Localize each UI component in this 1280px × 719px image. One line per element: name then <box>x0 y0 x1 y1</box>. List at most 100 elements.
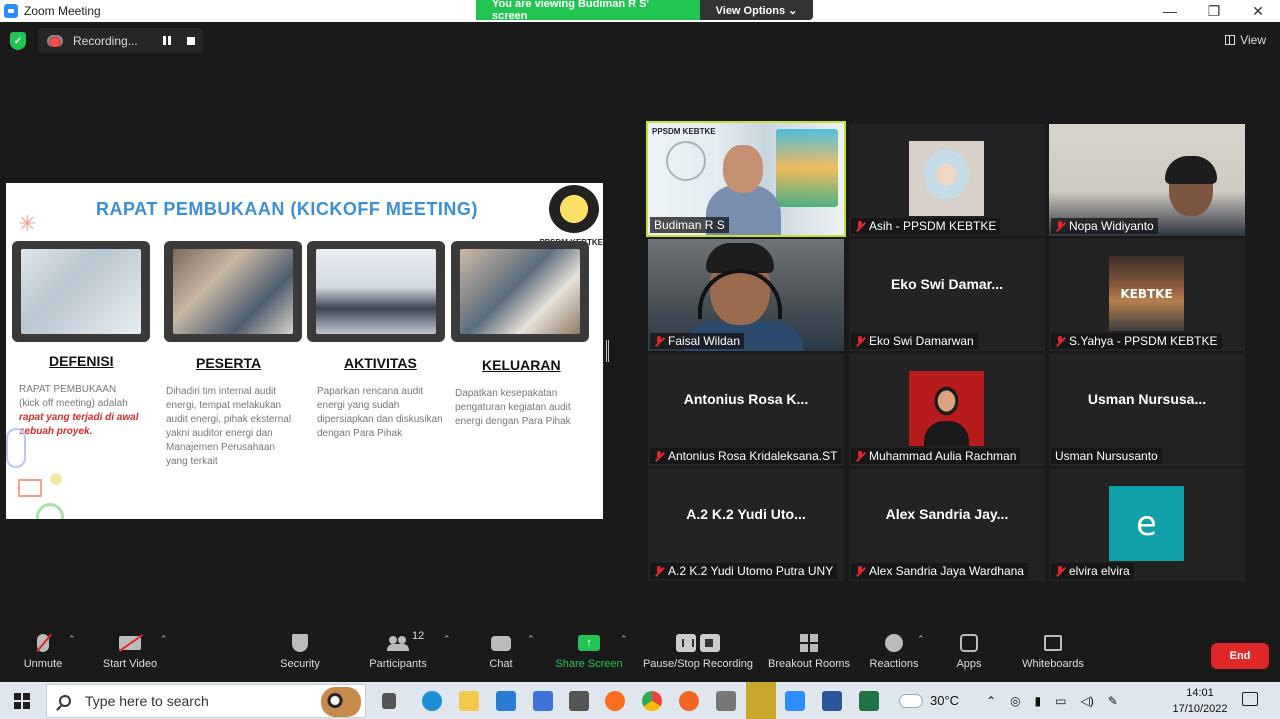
unmute-button[interactable]: Unmute <box>20 628 66 682</box>
reactions-chevron-icon[interactable]: ⌃ <box>917 634 925 645</box>
participant-tile[interactable]: Antonius Rosa K... Antonius Rosa Kridale… <box>648 354 844 466</box>
column-body: Dihadiri tim internal audit energi, temp… <box>166 386 292 467</box>
photo-card-aktivitas <box>307 241 445 342</box>
microsoft-store-icon[interactable] <box>533 691 553 711</box>
video-options-chevron-icon[interactable]: ⌃ <box>160 634 168 645</box>
network-icon[interactable]: ▭ <box>1055 694 1066 708</box>
zoom-taskbar-icon[interactable] <box>785 691 805 711</box>
participants-button[interactable]: 12 Participants <box>368 628 428 682</box>
notification-center-icon[interactable] <box>1242 692 1258 706</box>
pause-recording-icon[interactable] <box>163 36 171 45</box>
participant-tile[interactable]: Alex Sandria Jay... Alex Sandria Jaya Wa… <box>849 469 1045 581</box>
view-options-button[interactable]: View Options ⌄ <box>700 0 813 20</box>
meeting-photo <box>173 249 293 334</box>
system-tray: ⌃ ◎ ▮ ▭ ◁) ✎ <box>986 682 1118 719</box>
audio-options-chevron-icon[interactable]: ⌃ <box>68 634 76 645</box>
participant-tile[interactable]: A.2 K.2 Yudi Uto... A.2 K.2 Yudi Utomo P… <box>648 469 844 581</box>
photo-card-definisi <box>12 241 150 342</box>
participant-name: elvira elvira <box>1069 564 1130 578</box>
edge-browser-icon[interactable] <box>422 691 442 711</box>
pause-stop-recording-button[interactable]: Pause/Stop Recording <box>642 628 754 682</box>
app-icon[interactable] <box>569 691 589 711</box>
whiteboard-icon <box>1044 635 1062 651</box>
chrome-icon[interactable] <box>642 691 662 711</box>
decorative-flower <box>6 428 26 468</box>
excel-icon[interactable] <box>859 691 879 711</box>
taskbar-clock[interactable]: 14:01 17/10/2022 <box>1168 685 1232 717</box>
participant-tile[interactable]: Muhammad Aulia Rachman <box>849 354 1045 466</box>
cloud-icon <box>900 694 922 707</box>
share-options-chevron-icon[interactable]: ⌃ <box>620 634 628 645</box>
end-meeting-button[interactable]: End <box>1211 643 1269 669</box>
participant-display-name: Usman Nursusa... <box>1087 391 1207 407</box>
reactions-button[interactable]: Reactions <box>869 628 919 682</box>
tray-chevron-icon[interactable]: ⌃ <box>986 694 996 708</box>
column-body: RAPAT PEMBUKAAN (kick off meeting) adala… <box>19 383 139 439</box>
breakout-rooms-button[interactable]: Breakout Rooms <box>768 628 850 682</box>
meet-now-icon[interactable]: ◎ <box>1010 694 1020 708</box>
participant-display-name: Antonius Rosa K... <box>683 391 809 407</box>
participant-name-tag: Alex Sandria Jaya Wardhana <box>851 563 1028 579</box>
task-view-icon[interactable] <box>382 693 396 709</box>
firefox-icon[interactable] <box>605 691 625 711</box>
recording-label: Recording... <box>73 33 138 48</box>
view-label: View <box>1240 33 1266 47</box>
breakout-rooms-icon <box>800 634 818 652</box>
whiteboards-label: Whiteboards <box>1022 658 1084 670</box>
stop-recording-icon[interactable] <box>187 36 195 45</box>
participant-tile[interactable]: e elvira elvira <box>1049 469 1245 581</box>
chat-chevron-icon[interactable]: ⌃ <box>527 634 535 645</box>
restore-button[interactable]: ❐ <box>1192 0 1236 22</box>
photo-card-peserta <box>164 241 302 342</box>
video-brand-text: PPSDM KEBTKE <box>652 127 716 136</box>
split-view-drag-handle[interactable] <box>606 340 609 362</box>
close-button[interactable]: ✕ <box>1236 0 1280 22</box>
share-slot: ↑ <box>578 628 600 658</box>
participant-tile[interactable]: Nopa Widiyanto <box>1049 124 1245 236</box>
unmute-label: Unmute <box>23 658 63 670</box>
usb-icon[interactable]: ▮ <box>1035 694 1042 708</box>
share-screen-button[interactable]: ↑ Share Screen <box>555 628 623 682</box>
video-banner <box>776 129 838 207</box>
file-explorer-icon[interactable] <box>459 691 479 711</box>
meeting-photo <box>460 249 580 334</box>
decorative-dot <box>50 473 62 485</box>
participant-tile[interactable]: Eko Swi Damar... Eko Swi Damarwan <box>849 239 1045 351</box>
participant-tile[interactable]: KEBTKE S.Yahya - PPSDM KEBTKE <box>1049 239 1245 351</box>
word-icon[interactable] <box>822 691 842 711</box>
encryption-shield-icon[interactable]: ✓ <box>10 32 26 50</box>
participant-name-tag: S.Yahya - PPSDM KEBTKE <box>1051 333 1222 349</box>
pen-icon[interactable]: ✎ <box>1108 694 1118 708</box>
participant-tile[interactable]: Asih - PPSDM KEBTKE <box>849 124 1045 236</box>
taskbar-search-box[interactable]: Type here to search <box>46 684 366 718</box>
column-heading: KELUARAN <box>482 357 561 373</box>
mic-muted-icon <box>855 335 865 347</box>
apps-button[interactable]: Apps <box>955 628 983 682</box>
participant-tile[interactable]: Faisal Wildan <box>648 239 844 351</box>
weather-widget[interactable]: 30°C <box>900 682 959 719</box>
participant-name-tag: elvira elvira <box>1051 563 1134 579</box>
whiteboards-slot <box>1044 628 1062 658</box>
participant-avatar: KEBTKE <box>1109 256 1184 331</box>
chat-button[interactable]: Chat <box>486 628 516 682</box>
volume-icon[interactable]: ◁) <box>1081 694 1094 708</box>
column-body-text: RAPAT PEMBUKAAN (kick off meeting) adala… <box>19 384 128 409</box>
participant-name: Usman Nursusanto <box>1055 449 1158 463</box>
participant-tile[interactable]: PPSDM KEBTKE Budiman R S <box>646 121 846 237</box>
minimize-button[interactable]: — <box>1148 0 1192 22</box>
whiteboards-button[interactable]: Whiteboards <box>1020 628 1086 682</box>
security-button[interactable]: Security <box>278 628 322 682</box>
mail-icon[interactable] <box>496 691 516 711</box>
share-arrow-icon: ↑ <box>578 635 600 651</box>
start-video-button[interactable]: Start Video <box>100 628 160 682</box>
sticky-notes-icon[interactable] <box>746 682 776 719</box>
meeting-photo <box>316 249 436 334</box>
app-icon[interactable] <box>679 691 699 711</box>
view-button[interactable]: View <box>1225 33 1266 47</box>
clock-date: 17/10/2022 <box>1172 703 1228 715</box>
participants-chevron-icon[interactable]: ⌃ <box>443 634 451 645</box>
mic-muted-icon <box>855 565 865 577</box>
participant-tile[interactable]: Usman Nursusa... Usman Nursusanto <box>1049 354 1245 466</box>
app-icon[interactable] <box>716 691 736 711</box>
windows-start-icon[interactable] <box>14 693 30 709</box>
